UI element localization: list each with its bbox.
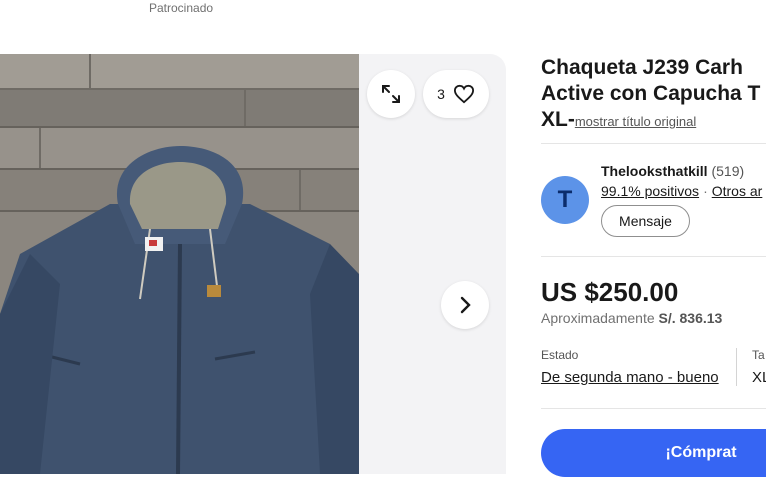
buy-now-button[interactable]: ¡Cómprat bbox=[541, 429, 766, 477]
divider bbox=[541, 143, 766, 144]
divider bbox=[541, 256, 766, 257]
sponsored-label: Patrocinado bbox=[149, 1, 214, 15]
condition-label: Estado bbox=[541, 348, 579, 362]
approx-value: S/. 836.13 bbox=[658, 310, 723, 326]
watch-count: 3 bbox=[437, 86, 445, 102]
positive-feedback-link[interactable]: 99.1% positivos bbox=[601, 183, 699, 199]
seller-feedback-count: (519) bbox=[711, 163, 745, 179]
avatar[interactable]: T bbox=[541, 176, 589, 224]
title-line-2: Active con Capucha T bbox=[541, 82, 761, 105]
expand-icon bbox=[382, 85, 400, 103]
condition-value-link[interactable]: De segunda mano - bueno bbox=[541, 369, 719, 386]
seller-stats: 99.1% positivos · Otros ar bbox=[601, 183, 762, 199]
show-original-title-link[interactable]: mostrar título original bbox=[575, 114, 696, 129]
price: US $250.00 bbox=[541, 277, 679, 307]
expand-button[interactable] bbox=[367, 70, 415, 118]
next-image-button[interactable] bbox=[441, 281, 489, 329]
approx-price: Aproximadamente S/. 836.13 bbox=[541, 310, 722, 326]
chevron-right-icon bbox=[460, 296, 471, 314]
title-line-3: XL- bbox=[541, 108, 575, 131]
divider bbox=[541, 408, 766, 409]
size-label: Ta bbox=[752, 348, 765, 362]
message-button[interactable]: Mensaje bbox=[601, 205, 690, 237]
image-gallery: 3 bbox=[0, 54, 506, 474]
size-value: XL bbox=[752, 369, 766, 386]
listing-title: Chaqueta J239 Carh Active con Capucha T … bbox=[541, 55, 766, 135]
jacket-illustration bbox=[0, 54, 359, 474]
seller-name-text[interactable]: Thelooksthatkill bbox=[601, 163, 708, 179]
other-items-link[interactable]: Otros ar bbox=[712, 183, 763, 199]
heart-icon bbox=[453, 84, 474, 104]
vertical-divider bbox=[736, 348, 737, 386]
product-photo[interactable] bbox=[0, 54, 359, 474]
title-line-1: Chaqueta J239 Carh bbox=[541, 56, 743, 79]
separator-dot: · bbox=[703, 183, 708, 199]
approx-label: Aproximadamente bbox=[541, 310, 655, 326]
watch-button[interactable]: 3 bbox=[423, 70, 489, 118]
seller-name[interactable]: Thelooksthatkill (519) bbox=[601, 163, 744, 179]
